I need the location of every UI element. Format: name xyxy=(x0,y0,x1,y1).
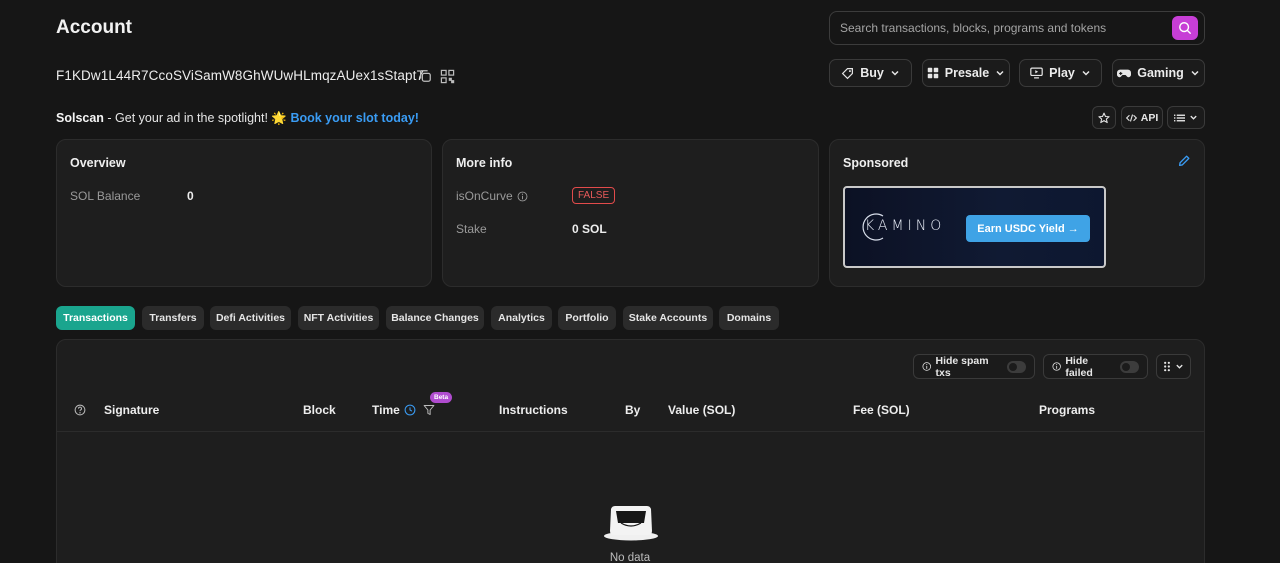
help-button[interactable] xyxy=(74,403,87,416)
page-title: Account xyxy=(56,17,132,38)
play-menu-button[interactable]: Play xyxy=(1019,59,1102,87)
column-value: Value (SOL) xyxy=(668,403,736,417)
star-icon xyxy=(1098,112,1110,123)
star-emoji: 🌟 xyxy=(271,111,287,125)
search-icon xyxy=(1179,22,1191,34)
tab-transactions[interactable]: Transactions xyxy=(56,306,135,330)
drag-dots-icon xyxy=(1164,361,1170,372)
account-address: F1KDw1L44R7CcoSViSamW8GhWUwHLmqzAUex1sSt… xyxy=(56,68,425,83)
chevron-down-icon xyxy=(891,70,899,76)
more-info-title: More info xyxy=(456,156,513,170)
play-screen-icon xyxy=(1030,67,1043,79)
is-on-curve-row: isOnCurve xyxy=(456,189,528,203)
api-label: API xyxy=(1140,111,1159,124)
time-filter-button[interactable] xyxy=(423,403,436,416)
overview-title: Overview xyxy=(70,156,126,170)
promo-text: - Get your ad in the spotlight! xyxy=(103,111,272,125)
sponsored-ad[interactable]: KAMINO Earn USDC Yield → xyxy=(843,186,1106,268)
info-icon xyxy=(922,362,931,371)
empty-state-text: No data xyxy=(609,552,651,563)
clock-icon xyxy=(404,404,416,416)
code-icon xyxy=(1125,113,1137,122)
presale-menu-label: Presale xyxy=(944,66,990,80)
presale-menu-button[interactable]: Presale xyxy=(922,59,1010,87)
view-options-button[interactable] xyxy=(1167,106,1205,129)
stake-value: 0 SOL xyxy=(572,222,607,236)
gaming-menu-label: Gaming xyxy=(1137,66,1184,80)
sponsored-card: Sponsored KAMINO Earn USDC Yield → xyxy=(829,139,1205,287)
hide-spam-toggle[interactable]: Hide spam txs xyxy=(913,354,1035,379)
filter-icon xyxy=(423,405,435,415)
list-icon xyxy=(1174,114,1185,121)
chevron-down-icon xyxy=(1191,70,1199,76)
chevron-down-icon xyxy=(1190,115,1197,120)
hide-failed-switch[interactable] xyxy=(1120,360,1140,373)
time-format-toggle[interactable] xyxy=(404,403,417,416)
more-info-card: More info isOnCurve FALSE Stake 0 SOL xyxy=(442,139,819,287)
copy-icon xyxy=(420,70,431,82)
info-icon[interactable] xyxy=(517,191,528,202)
search-bar[interactable] xyxy=(829,11,1205,45)
is-on-curve-label: isOnCurve xyxy=(456,189,513,203)
sol-balance-value: 0 xyxy=(187,189,194,203)
column-instructions: Instructions xyxy=(499,403,568,417)
tab-nft-activities[interactable]: NFT Activities xyxy=(298,306,379,330)
tab-analytics[interactable]: Analytics xyxy=(491,306,552,330)
hide-spam-label: Hide spam txs xyxy=(935,354,989,379)
chevron-down-icon xyxy=(996,70,1004,76)
help-icon xyxy=(74,404,86,416)
grid-icon xyxy=(927,67,938,79)
promo-banner: Solscan - Get your ad in the spotlight! … xyxy=(56,111,419,126)
is-on-curve-badge: FALSE xyxy=(572,187,616,204)
column-signature: Signature xyxy=(104,403,160,417)
gamepad-icon xyxy=(1117,69,1132,77)
tab-portfolio[interactable]: Portfolio xyxy=(558,306,616,330)
hide-failed-label: Hide failed xyxy=(1065,354,1093,379)
column-block: Block xyxy=(303,403,336,417)
tab-balance-changes[interactable]: Balance Changes xyxy=(386,306,484,330)
stake-label: Stake xyxy=(456,222,487,236)
search-input[interactable] xyxy=(840,12,1170,44)
edit-button[interactable] xyxy=(1177,154,1193,170)
column-time: Time xyxy=(372,403,400,417)
tab-domains[interactable]: Domains xyxy=(719,306,779,330)
favorite-button[interactable] xyxy=(1092,106,1116,129)
hide-spam-switch[interactable] xyxy=(1007,360,1026,373)
copy-address-button[interactable] xyxy=(417,68,433,84)
overview-card: Overview SOL Balance 0 xyxy=(56,139,432,287)
book-slot-link[interactable]: Book your slot today! xyxy=(290,111,418,125)
beta-badge: Beta xyxy=(430,392,453,403)
column-by: By xyxy=(625,403,641,417)
hide-failed-toggle[interactable]: Hide failed xyxy=(1043,354,1148,379)
tab-stake-accounts[interactable]: Stake Accounts xyxy=(623,306,713,330)
info-icon xyxy=(1052,362,1061,371)
pencil-icon xyxy=(1178,155,1190,167)
api-button[interactable]: API xyxy=(1121,106,1163,129)
empty-box-icon xyxy=(604,506,658,541)
qr-code-icon xyxy=(440,69,454,83)
sol-balance-label: SOL Balance xyxy=(70,189,141,203)
play-menu-label: Play xyxy=(1049,66,1075,80)
buy-menu-label: Buy xyxy=(860,66,884,80)
promo-brand: Solscan xyxy=(56,111,104,125)
ad-logo-text: KAMINO xyxy=(865,218,946,234)
qr-code-button[interactable] xyxy=(439,68,455,84)
tag-icon xyxy=(841,67,854,79)
column-settings-button[interactable] xyxy=(1156,354,1191,379)
sponsored-title: Sponsored xyxy=(843,156,909,170)
column-programs: Programs xyxy=(1039,403,1096,417)
tab-transfers[interactable]: Transfers xyxy=(142,306,204,330)
search-button[interactable] xyxy=(1172,16,1198,40)
column-fee: Fee (SOL) xyxy=(853,403,910,417)
buy-menu-button[interactable]: Buy xyxy=(829,59,912,87)
chevron-down-icon xyxy=(1082,70,1090,76)
gaming-menu-button[interactable]: Gaming xyxy=(1112,59,1205,87)
tab-defi-activities[interactable]: Defi Activities xyxy=(210,306,291,330)
ad-cta-button[interactable]: Earn USDC Yield → xyxy=(966,215,1090,242)
chevron-down-icon xyxy=(1176,364,1183,369)
table-header-divider xyxy=(57,431,1204,432)
